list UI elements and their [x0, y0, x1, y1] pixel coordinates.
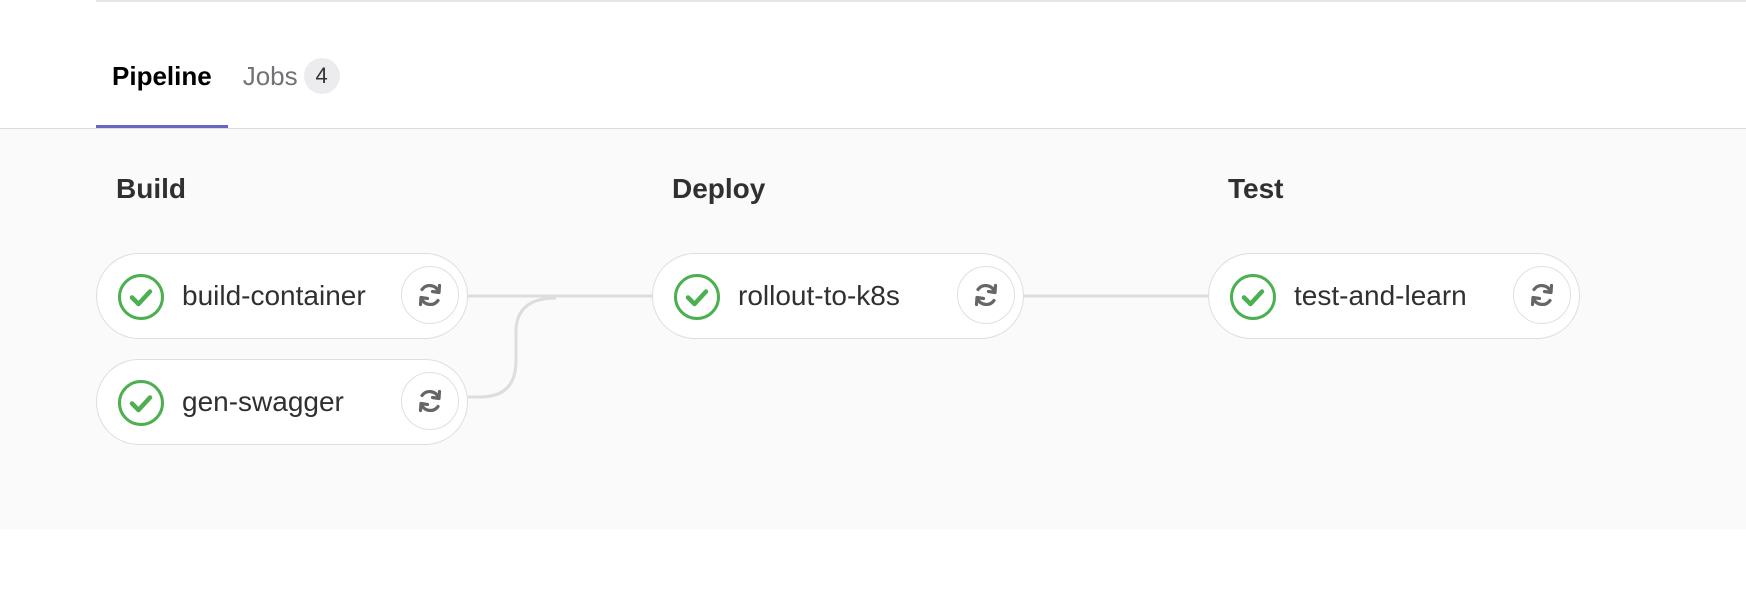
stage-title-deploy: Deploy: [672, 173, 766, 204]
job-name: build-container: [182, 280, 366, 311]
top-divider: [96, 0, 1746, 2]
job-test-and-learn[interactable]: test-and-learn: [1208, 253, 1580, 339]
job-rollout-to-k8s[interactable]: rollout-to-k8s: [652, 253, 1024, 339]
job-gen-swagger[interactable]: gen-swagger: [96, 359, 468, 445]
check-circle-icon: [674, 274, 720, 320]
retry-icon: [418, 389, 442, 413]
tab-jobs-label: Jobs: [242, 61, 298, 91]
tab-pipeline[interactable]: Pipeline: [96, 56, 228, 128]
job-name: rollout-to-k8s: [738, 280, 900, 311]
check-circle-icon: [118, 380, 164, 426]
jobs-count-badge: 4: [303, 58, 340, 94]
retry-icon: [974, 283, 998, 307]
check-circle-icon: [1230, 274, 1276, 320]
retry-button[interactable]: [1513, 266, 1571, 324]
pipeline-tabs: Pipeline Jobs 4: [96, 56, 356, 128]
job-build-container[interactable]: build-container: [96, 253, 468, 339]
retry-icon: [418, 283, 442, 307]
stage-title-build: Build: [116, 173, 186, 204]
tab-pipeline-label: Pipeline: [112, 61, 212, 91]
retry-button[interactable]: [401, 372, 459, 430]
stage-title-test: Test: [1228, 173, 1284, 204]
job-name: test-and-learn: [1294, 280, 1467, 311]
tab-jobs[interactable]: Jobs 4: [228, 56, 356, 128]
check-circle-icon: [118, 274, 164, 320]
job-name: gen-swagger: [182, 386, 344, 417]
retry-button[interactable]: [401, 266, 459, 324]
retry-button[interactable]: [957, 266, 1015, 324]
retry-icon: [1530, 283, 1554, 307]
